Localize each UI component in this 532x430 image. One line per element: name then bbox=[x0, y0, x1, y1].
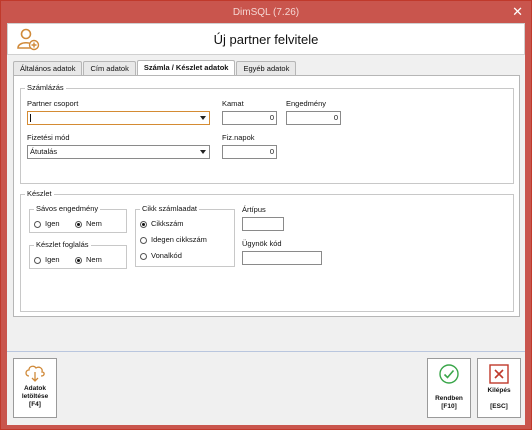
item-billing-barcode-radio[interactable]: Vonalkód bbox=[140, 251, 182, 261]
exit-button[interactable]: Kilépés [ESC] bbox=[477, 358, 521, 418]
text-cursor bbox=[30, 114, 31, 122]
stock-booking-yes-radio[interactable]: Igen bbox=[34, 255, 60, 265]
page-title: Új partner felvitele bbox=[213, 31, 319, 47]
price-type-label: Ártípus bbox=[242, 205, 266, 214]
close-box-icon bbox=[489, 364, 509, 384]
stock-booking-group: Készlet foglalás Igen Nem bbox=[29, 240, 127, 269]
band-discount-legend: Sávos engedmény bbox=[34, 204, 101, 214]
tab-billing-stock[interactable]: Számla / Készlet adatok bbox=[136, 60, 236, 75]
payment-method-label: Fizetési mód bbox=[27, 133, 70, 142]
band-discount-yes-radio[interactable]: Igen bbox=[34, 219, 60, 229]
app-window: DimSQL (7.26) ✕ Új partner felvitele Ált… bbox=[0, 0, 532, 430]
tab-address[interactable]: Cím adatok bbox=[83, 61, 136, 75]
stock-legend: Készlet bbox=[25, 189, 54, 199]
window-title: DimSQL (7.26) bbox=[232, 6, 300, 18]
client-area: Általános adatok Cím adatok Számla / Kés… bbox=[7, 55, 525, 425]
band-discount-group: Sávos engedmény Igen Nem bbox=[29, 204, 127, 233]
stock-booking-legend: Készlet foglalás bbox=[34, 240, 91, 250]
tab-other[interactable]: Egyéb adatok bbox=[236, 61, 297, 75]
band-discount-no-radio[interactable]: Nem bbox=[75, 219, 102, 229]
agent-code-input[interactable] bbox=[242, 251, 322, 265]
item-billing-legend: Cikk számlaadat bbox=[140, 204, 200, 214]
chevron-down-icon bbox=[200, 150, 206, 154]
download-data-button[interactable]: Adatok letöltése [F4] bbox=[13, 358, 57, 418]
billing-group: Számlázás Partner csoport Kamat 0 Engedm… bbox=[20, 83, 514, 184]
agent-code-label: Ügynök kód bbox=[242, 239, 282, 248]
ok-button[interactable]: Rendben [F10] bbox=[427, 358, 471, 418]
user-add-icon bbox=[17, 28, 40, 51]
payment-days-input[interactable]: 0 bbox=[222, 145, 277, 159]
billing-legend: Számlázás bbox=[25, 83, 66, 93]
stock-booking-no-radio[interactable]: Nem bbox=[75, 255, 102, 265]
tab-page-billing-stock: Számlázás Partner csoport Kamat 0 Engedm… bbox=[13, 75, 520, 317]
window-close-button[interactable]: ✕ bbox=[512, 4, 523, 20]
discount-label: Engedmény bbox=[286, 99, 327, 108]
partner-group-select[interactable] bbox=[27, 111, 210, 125]
item-billing-code-radio[interactable]: Cikkszám bbox=[140, 219, 184, 229]
form-header: Új partner felvitele bbox=[7, 23, 525, 55]
chevron-down-icon bbox=[200, 116, 206, 120]
tab-strip: Általános adatok Cím adatok Számla / Kés… bbox=[13, 60, 297, 75]
title-bar[interactable]: DimSQL (7.26) ✕ bbox=[1, 1, 531, 23]
partner-group-label: Partner csoport bbox=[27, 99, 79, 108]
payment-days-label: Fiz.napok bbox=[222, 133, 255, 142]
interest-input[interactable]: 0 bbox=[222, 111, 277, 125]
discount-input[interactable]: 0 bbox=[286, 111, 341, 125]
stock-group: Készlet Sávos engedmény Igen Nem Készlet… bbox=[20, 189, 514, 312]
button-bar: Adatok letöltése [F4] Rendben [F10] Kilé… bbox=[7, 351, 525, 425]
item-billing-group: Cikk számlaadat Cikkszám Idegen cikkszám… bbox=[135, 204, 235, 267]
interest-label: Kamat bbox=[222, 99, 244, 108]
tab-general[interactable]: Általános adatok bbox=[13, 61, 83, 75]
check-circle-icon bbox=[439, 364, 459, 384]
cloud-download-icon bbox=[25, 365, 45, 382]
item-billing-foreign-code-radio[interactable]: Idegen cikkszám bbox=[140, 235, 207, 245]
price-type-input[interactable] bbox=[242, 217, 284, 231]
payment-method-select[interactable]: Átutalás bbox=[27, 145, 210, 159]
